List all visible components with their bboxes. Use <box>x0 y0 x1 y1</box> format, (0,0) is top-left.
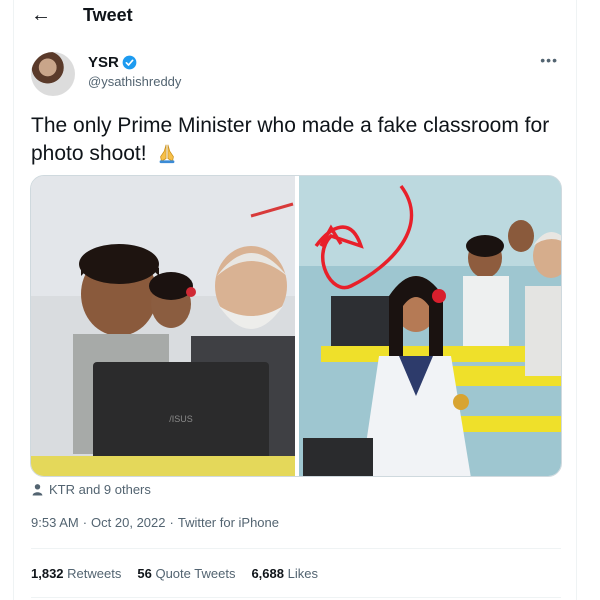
meta-separator-2: · <box>169 515 174 530</box>
divider-bottom <box>31 597 561 598</box>
likes-label: Likes <box>287 566 318 581</box>
likes-count: 6,688 <box>251 566 284 581</box>
tweet-media[interactable]: /ISUS <box>30 175 562 477</box>
retweets-count: 1,832 <box>31 566 64 581</box>
author-name[interactable]: YSR <box>88 54 119 71</box>
top-bar: ← Tweet <box>14 0 578 32</box>
verified-badge-icon <box>122 55 137 70</box>
author-handle[interactable]: @ysathishreddy <box>88 74 181 89</box>
retweets-label: Retweets <box>67 566 122 581</box>
back-arrow-icon[interactable]: ← <box>31 4 51 26</box>
laptop-brand-text: /ISUS <box>169 414 193 424</box>
more-options-icon[interactable]: ••• <box>540 52 558 68</box>
tweet-detail-frame: ← Tweet YSR @ysathishreddy ••• The only … <box>13 0 577 600</box>
liked-by-row[interactable]: KTR and 9 others <box>31 482 151 497</box>
tweet-body: The only Prime Minister who made a fake … <box>31 114 550 165</box>
liked-by-text[interactable]: KTR and 9 others <box>49 482 151 497</box>
quote-tweets-label: Quote Tweets <box>155 566 236 581</box>
user-icon <box>32 484 43 496</box>
tweet-timestamp: 9:53 AM · Oct 20, 2022 · Twitter for iPh… <box>31 515 279 530</box>
avatar[interactable] <box>31 52 75 96</box>
tweet-source[interactable]: Twitter for iPhone <box>178 515 279 530</box>
likes-stat[interactable]: 6,688 Likes <box>251 566 318 581</box>
tweet-time[interactable]: 9:53 AM <box>31 515 79 530</box>
folded-hands-emoji-icon <box>160 144 175 164</box>
engagement-stats: 1,832 Retweets 56 Quote Tweets 6,688 Lik… <box>31 566 318 581</box>
page-title: Tweet <box>83 5 133 25</box>
tweet-date[interactable]: Oct 20, 2022 <box>91 515 165 530</box>
quote-tweets-count: 56 <box>137 566 152 581</box>
quote-tweets-stat[interactable]: 56 Quote Tweets <box>137 566 235 581</box>
meta-separator: · <box>82 515 88 530</box>
retweets-stat[interactable]: 1,832 Retweets <box>31 566 121 581</box>
author-name-row[interactable]: YSR <box>88 54 137 71</box>
media-photo: /ISUS <box>31 176 561 476</box>
tweet-text: The only Prime Minister who made a fake … <box>31 112 571 168</box>
divider <box>31 548 561 549</box>
